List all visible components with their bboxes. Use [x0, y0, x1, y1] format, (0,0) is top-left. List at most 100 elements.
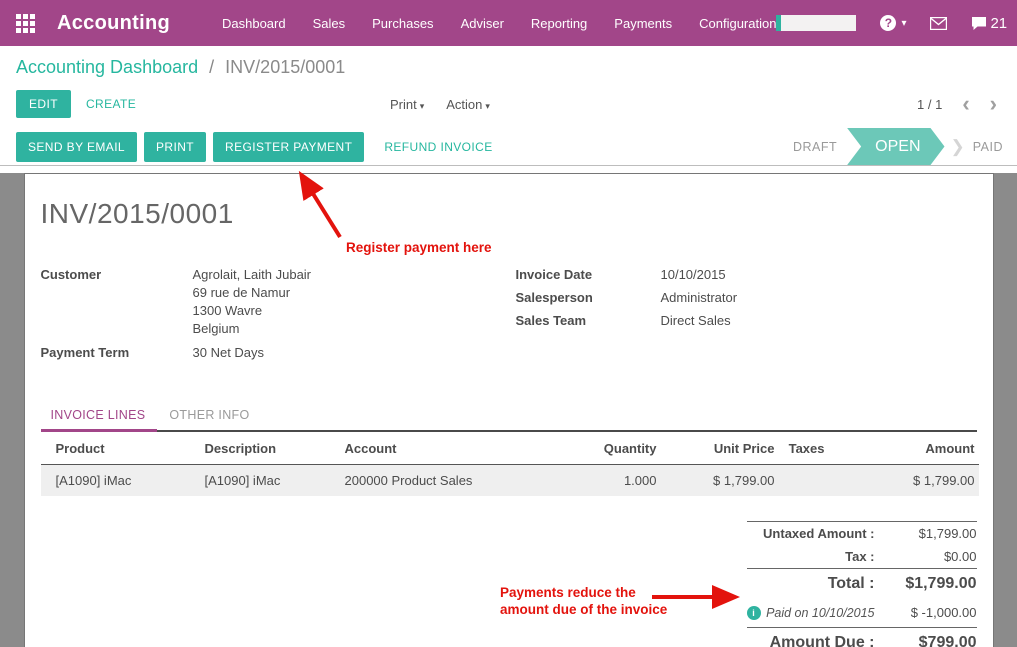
info-left-column: Customer Agrolait, Laith Jubair 69 rue d…	[41, 266, 516, 362]
apps-grid-icon[interactable]	[16, 14, 35, 33]
chevron-left-icon[interactable]: ‹	[962, 94, 969, 114]
notebook-tabs: INVOICE LINES OTHER INFO	[41, 402, 977, 432]
app-title[interactable]: Accounting	[57, 12, 170, 35]
annotation-payments-line1: Payments reduce the	[500, 584, 667, 601]
menu-item-sales[interactable]: Sales	[313, 16, 346, 31]
invoice-date-value: 10/10/2015	[661, 266, 726, 284]
chevron-down-icon: ▾	[420, 101, 425, 111]
cell-amount: $ 1,799.00	[829, 465, 979, 497]
table-row[interactable]: [A1090] iMac [A1090] iMac 200000 Product…	[41, 465, 979, 497]
register-payment-button[interactable]: REGISTER PAYMENT	[213, 132, 364, 162]
help-menu[interactable]: ? ▾	[880, 15, 906, 31]
untaxed-amount-value: $1,799.00	[885, 526, 977, 541]
chevron-right-icon[interactable]: ›	[990, 94, 997, 114]
cell-quantity: 1.000	[581, 465, 661, 497]
sales-team-label: Sales Team	[516, 312, 661, 330]
col-amount: Amount	[829, 432, 979, 465]
sales-team-link[interactable]: Direct Sales	[661, 312, 731, 330]
page: Accounting Dashboard Sales Purchases Adv…	[0, 0, 1017, 647]
invoice-lines-table: Product Description Account Quantity Uni…	[41, 432, 979, 496]
messages-count: 21	[990, 15, 1007, 32]
untaxed-amount-label: Untaxed Amount :	[747, 526, 885, 541]
edit-button[interactable]: EDIT	[16, 90, 71, 118]
state-paid[interactable]: PAID	[973, 140, 1003, 154]
chevron-down-icon: ▾	[485, 101, 490, 111]
pager-count: 1 / 1	[917, 97, 942, 112]
payment-term-link[interactable]: 30 Net Days	[193, 344, 265, 362]
cell-product: [A1090] iMac	[41, 465, 201, 497]
col-account: Account	[341, 432, 581, 465]
table-header-row: Product Description Account Quantity Uni…	[41, 432, 979, 465]
col-product: Product	[41, 432, 201, 465]
annotation-register-payment: Register payment here	[346, 239, 492, 256]
view-header: Accounting Dashboard / INV/2015/0001 EDI…	[0, 46, 1017, 128]
chat-bubble-icon	[971, 16, 987, 31]
paid-on-label: Paid on 10/10/2015	[761, 606, 885, 620]
form-background: INV/2015/0001 Customer Agrolait, Laith J…	[0, 173, 1017, 647]
customer-address-line: Belgium	[193, 320, 516, 338]
amount-due-label: Amount Due :	[747, 634, 885, 647]
annotation-payments-note: Payments reduce the amount due of the in…	[500, 584, 667, 618]
customer-address-line: 69 rue de Namur	[193, 284, 516, 302]
tab-invoice-lines[interactable]: INVOICE LINES	[41, 402, 158, 430]
invoice-date-label: Invoice Date	[516, 266, 661, 284]
chevron-down-icon: ▾	[901, 18, 906, 29]
totals-block: Untaxed Amount : $1,799.00 Tax : $0.00 T…	[747, 521, 977, 647]
customer-link[interactable]: Agrolait, Laith Jubair	[193, 266, 312, 284]
breadcrumb-current: INV/2015/0001	[225, 57, 345, 77]
print-dropdown[interactable]: Print▾	[390, 97, 424, 112]
customer-label: Customer	[41, 266, 193, 284]
salesperson-link[interactable]: Administrator	[661, 289, 738, 307]
state-draft[interactable]: DRAFT	[793, 140, 837, 154]
state-widget: DRAFT OPEN ❯ PAID	[793, 128, 1017, 165]
invoice-info: Customer Agrolait, Laith Jubair 69 rue d…	[41, 266, 977, 362]
action-dropdowns: Print▾ Action▾	[390, 97, 490, 112]
payment-term-label: Payment Term	[41, 344, 193, 362]
breadcrumb-separator: /	[209, 57, 214, 77]
menu-item-payments[interactable]: Payments	[614, 16, 672, 31]
tax-value: $0.00	[885, 549, 977, 564]
main-menu: Dashboard Sales Purchases Adviser Report…	[222, 16, 776, 31]
amount-due-value: $799.00	[885, 634, 977, 647]
menu-item-purchases[interactable]: Purchases	[372, 16, 433, 31]
session-indicator	[776, 15, 856, 31]
col-quantity: Quantity	[581, 432, 661, 465]
state-open-active[interactable]: OPEN	[847, 128, 944, 165]
col-description: Description	[201, 432, 341, 465]
customer-address-line: 1300 Wavre	[193, 302, 516, 320]
menu-item-adviser[interactable]: Adviser	[461, 16, 504, 31]
help-icon: ?	[880, 15, 896, 31]
menu-item-dashboard[interactable]: Dashboard	[222, 16, 286, 31]
navbar-right: ? ▾ 21	[776, 15, 1007, 32]
salesperson-label: Salesperson	[516, 289, 661, 307]
info-right-column: Invoice Date 10/10/2015 Salesperson Admi…	[516, 266, 977, 362]
record-pager: 1 / 1 ‹ ›	[917, 94, 997, 114]
breadcrumb-parent-link[interactable]: Accounting Dashboard	[16, 57, 198, 77]
menu-item-reporting[interactable]: Reporting	[531, 16, 587, 31]
cell-unit-price: $ 1,799.00	[661, 465, 779, 497]
statusbar: SEND BY EMAIL PRINT REGISTER PAYMENT REF…	[0, 128, 1017, 166]
print-button[interactable]: PRINT	[144, 132, 206, 162]
col-taxes: Taxes	[779, 432, 829, 465]
tax-label: Tax :	[747, 549, 885, 564]
col-unit-price: Unit Price	[661, 432, 779, 465]
menu-item-configuration[interactable]: Configuration	[699, 16, 776, 31]
action-dropdown[interactable]: Action▾	[446, 97, 490, 112]
top-navbar: Accounting Dashboard Sales Purchases Adv…	[0, 0, 1017, 46]
total-value: $1,799.00	[885, 575, 977, 593]
create-button[interactable]: CREATE	[86, 97, 136, 111]
cell-account: 200000 Product Sales	[341, 465, 581, 497]
cell-taxes	[779, 465, 829, 497]
cell-description: [A1090] iMac	[201, 465, 341, 497]
chevron-right-icon: ❯	[951, 137, 965, 157]
envelope-icon[interactable]	[930, 17, 947, 30]
refund-invoice-button[interactable]: REFUND INVOICE	[384, 140, 492, 154]
breadcrumb: Accounting Dashboard / INV/2015/0001	[16, 57, 1001, 78]
paid-amount-value: $ -1,000.00	[885, 605, 977, 620]
tab-other-info[interactable]: OTHER INFO	[157, 402, 261, 430]
messages-indicator[interactable]: 21	[971, 15, 1007, 32]
info-icon[interactable]: i	[747, 606, 761, 620]
annotation-payments-line2: amount due of the invoice	[500, 601, 667, 618]
invoice-sheet: INV/2015/0001 Customer Agrolait, Laith J…	[24, 173, 994, 647]
send-by-email-button[interactable]: SEND BY EMAIL	[16, 132, 137, 162]
